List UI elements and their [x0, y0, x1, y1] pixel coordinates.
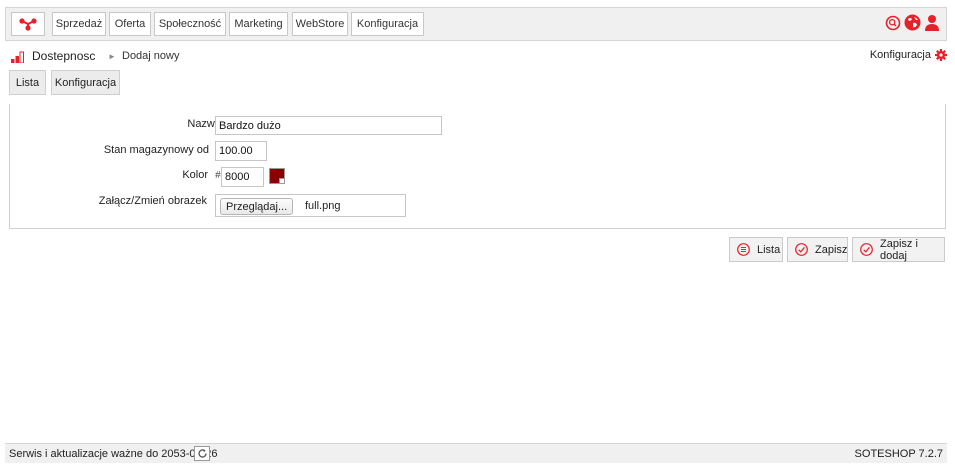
stock-input[interactable]: 100.00	[215, 141, 267, 161]
color-input-value: 8000	[225, 171, 250, 183]
availability-bars-icon	[11, 51, 24, 63]
search-icon[interactable]	[885, 15, 901, 31]
list-button-label: Lista	[757, 243, 781, 256]
soteshop-logo-icon	[19, 18, 37, 31]
color-label: Kolor	[182, 169, 208, 181]
tab-lista[interactable]: Lista	[9, 70, 46, 95]
stock-input-value: 100.00	[219, 145, 253, 157]
name-input[interactable]: Bardzo dużo	[215, 116, 442, 135]
nav-sprzedaz[interactable]: Sprzedaż	[52, 12, 106, 36]
nav-marketing[interactable]: Marketing	[229, 12, 288, 36]
config-link-label: Konfiguracja	[869, 49, 931, 61]
page-title: Dostepnosc	[32, 49, 96, 63]
save-button-label: Zapisz	[815, 243, 848, 256]
save-and-add-button-label: Zapisz i dodaj	[880, 237, 918, 262]
name-label: Nazwa	[187, 118, 221, 130]
color-picker-swatch[interactable]	[269, 168, 285, 184]
gear-icon	[935, 49, 947, 61]
save-button[interactable]: Zapisz	[787, 237, 848, 262]
checkmark-icon	[795, 243, 808, 256]
checkmark-icon	[860, 243, 873, 256]
image-label: Załącz/Zmień obrazek	[98, 195, 207, 207]
nav-webstore[interactable]: WebStore	[292, 12, 348, 36]
breadcrumb-separator: ►	[108, 52, 116, 61]
browse-button[interactable]: Przeglądaj...	[220, 198, 294, 215]
nav-konfiguracja[interactable]: Konfiguracja	[351, 12, 424, 36]
page-title-row: Dostepnosc ► Dodaj nowy Konfiguracja	[11, 48, 947, 66]
service-status-text: Serwis i aktualizacje ważne do 2053-08-2…	[9, 448, 218, 460]
save-and-add-button[interactable]: Zapisz i dodaj	[852, 237, 945, 262]
top-navigation-bar: Sprzedaż Oferta Społeczność Marketing We…	[5, 7, 947, 41]
home-logo-button[interactable]	[11, 12, 45, 36]
refresh-button[interactable]	[194, 446, 210, 461]
config-link[interactable]: Konfiguracja	[870, 49, 947, 61]
version-label: SOTESHOP 7.2.7	[854, 448, 943, 460]
tab-konfiguracja[interactable]: Konfiguracja	[51, 70, 120, 95]
stock-label: Stan magazynowy od	[103, 144, 209, 156]
form-panel: Nazwa Bardzo dużo Stan magazynowy od 100…	[9, 104, 946, 229]
refresh-icon	[197, 449, 207, 458]
name-input-value: Bardzo dużo	[219, 119, 281, 132]
image-file-field: Przeglądaj... full.png	[215, 194, 406, 217]
user-icon[interactable]	[924, 14, 940, 31]
color-input[interactable]: 8000	[221, 167, 264, 187]
nav-oferta[interactable]: Oferta	[109, 12, 151, 36]
color-hash: #	[215, 170, 221, 181]
file-name: full.png	[305, 200, 341, 212]
list-button[interactable]: Lista	[729, 237, 783, 262]
nav-spolecznosc[interactable]: Społeczność	[154, 12, 226, 36]
footer-bar: Serwis i aktualizacje ważne do 2053-08-2…	[5, 443, 947, 463]
top-icons-group	[885, 14, 940, 31]
page-subtitle: Dodaj nowy	[122, 50, 180, 62]
color-picker-corner	[279, 178, 284, 183]
globe-icon[interactable]	[904, 14, 921, 31]
list-icon	[737, 243, 750, 256]
